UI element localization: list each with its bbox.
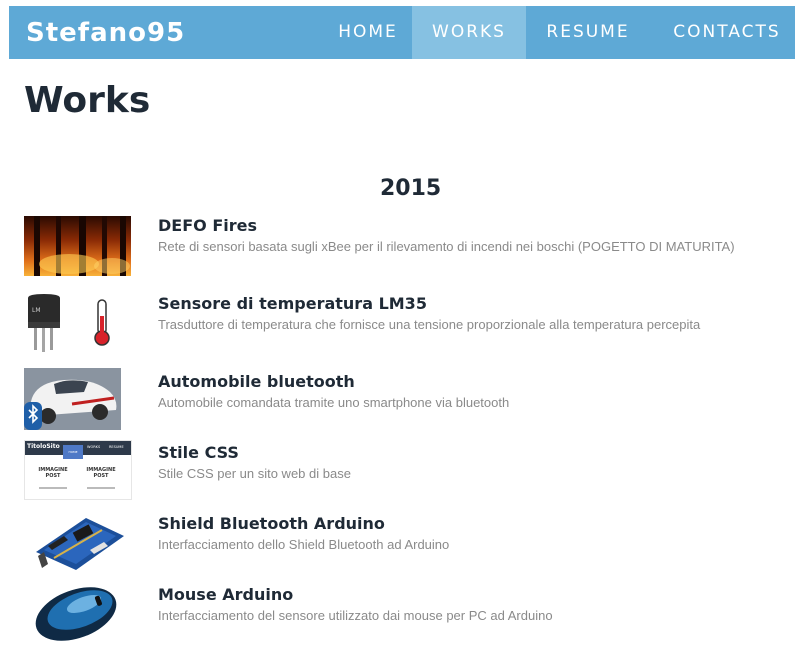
site-brand[interactable]: Stefano95 xyxy=(26,18,185,48)
top-navbar: Stefano95 HOME WORKS RESUME CONTACTS xyxy=(9,6,795,59)
work-title[interactable]: Automobile bluetooth xyxy=(158,372,355,391)
css-thumb-text-line xyxy=(87,487,115,489)
css-thumb-post-2-line2: POST xyxy=(93,473,109,479)
svg-text:LM: LM xyxy=(32,307,41,314)
css-thumb-nav-home: HOME xyxy=(63,445,83,459)
computer-mouse-image[interactable] xyxy=(24,582,131,642)
work-title[interactable]: Stile CSS xyxy=(158,443,239,462)
work-title[interactable]: Sensore di temperatura LM35 xyxy=(158,294,427,313)
css-thumb-text-line xyxy=(39,487,67,489)
work-description: Stile CSS per un sito web di base xyxy=(158,466,351,481)
work-title[interactable]: Shield Bluetooth Arduino xyxy=(158,514,385,533)
work-description: Trasduttore di temperatura che fornisce … xyxy=(158,317,701,332)
bluetooth-car-image[interactable] xyxy=(24,368,121,430)
css-thumb-nav-resume: RESUME xyxy=(109,445,124,449)
nav-item-contacts[interactable]: CONTACTS xyxy=(659,6,795,59)
arduino-shield-image[interactable] xyxy=(24,512,131,572)
nav-item-works[interactable]: WORKS xyxy=(412,6,526,59)
css-thumb-nav-works: WORKS xyxy=(87,445,101,449)
work-description: Automobile comandata tramite uno smartph… xyxy=(158,395,510,410)
work-description: Interfacciamento del sensore utilizzato … xyxy=(158,608,553,623)
nav-item-resume[interactable]: RESUME xyxy=(531,6,645,59)
work-title[interactable]: Mouse Arduino xyxy=(158,585,293,604)
css-thumb-site-title: TitoloSito xyxy=(27,443,60,450)
css-thumb-post-2: IMMAGINE POST xyxy=(83,467,119,479)
page-title: Works xyxy=(24,80,151,121)
nav-item-home[interactable]: HOME xyxy=(326,6,410,59)
year-heading: 2015 xyxy=(380,176,442,201)
css-thumb-post-1-line2: POST xyxy=(45,473,61,479)
css-thumb-post-1: IMMAGINE POST xyxy=(35,467,71,479)
temperature-sensor-image[interactable]: LM xyxy=(24,292,131,354)
work-description: Interfacciamento dello Shield Bluetooth … xyxy=(158,537,450,552)
css-layout-image[interactable]: TitoloSito HOME WORKS RESUME IMMAGINE PO… xyxy=(24,440,132,500)
work-description: Rete di sensori basata sugli xBee per il… xyxy=(158,239,735,254)
forest-fire-image[interactable] xyxy=(24,216,131,276)
work-title[interactable]: DEFO Fires xyxy=(158,216,257,235)
